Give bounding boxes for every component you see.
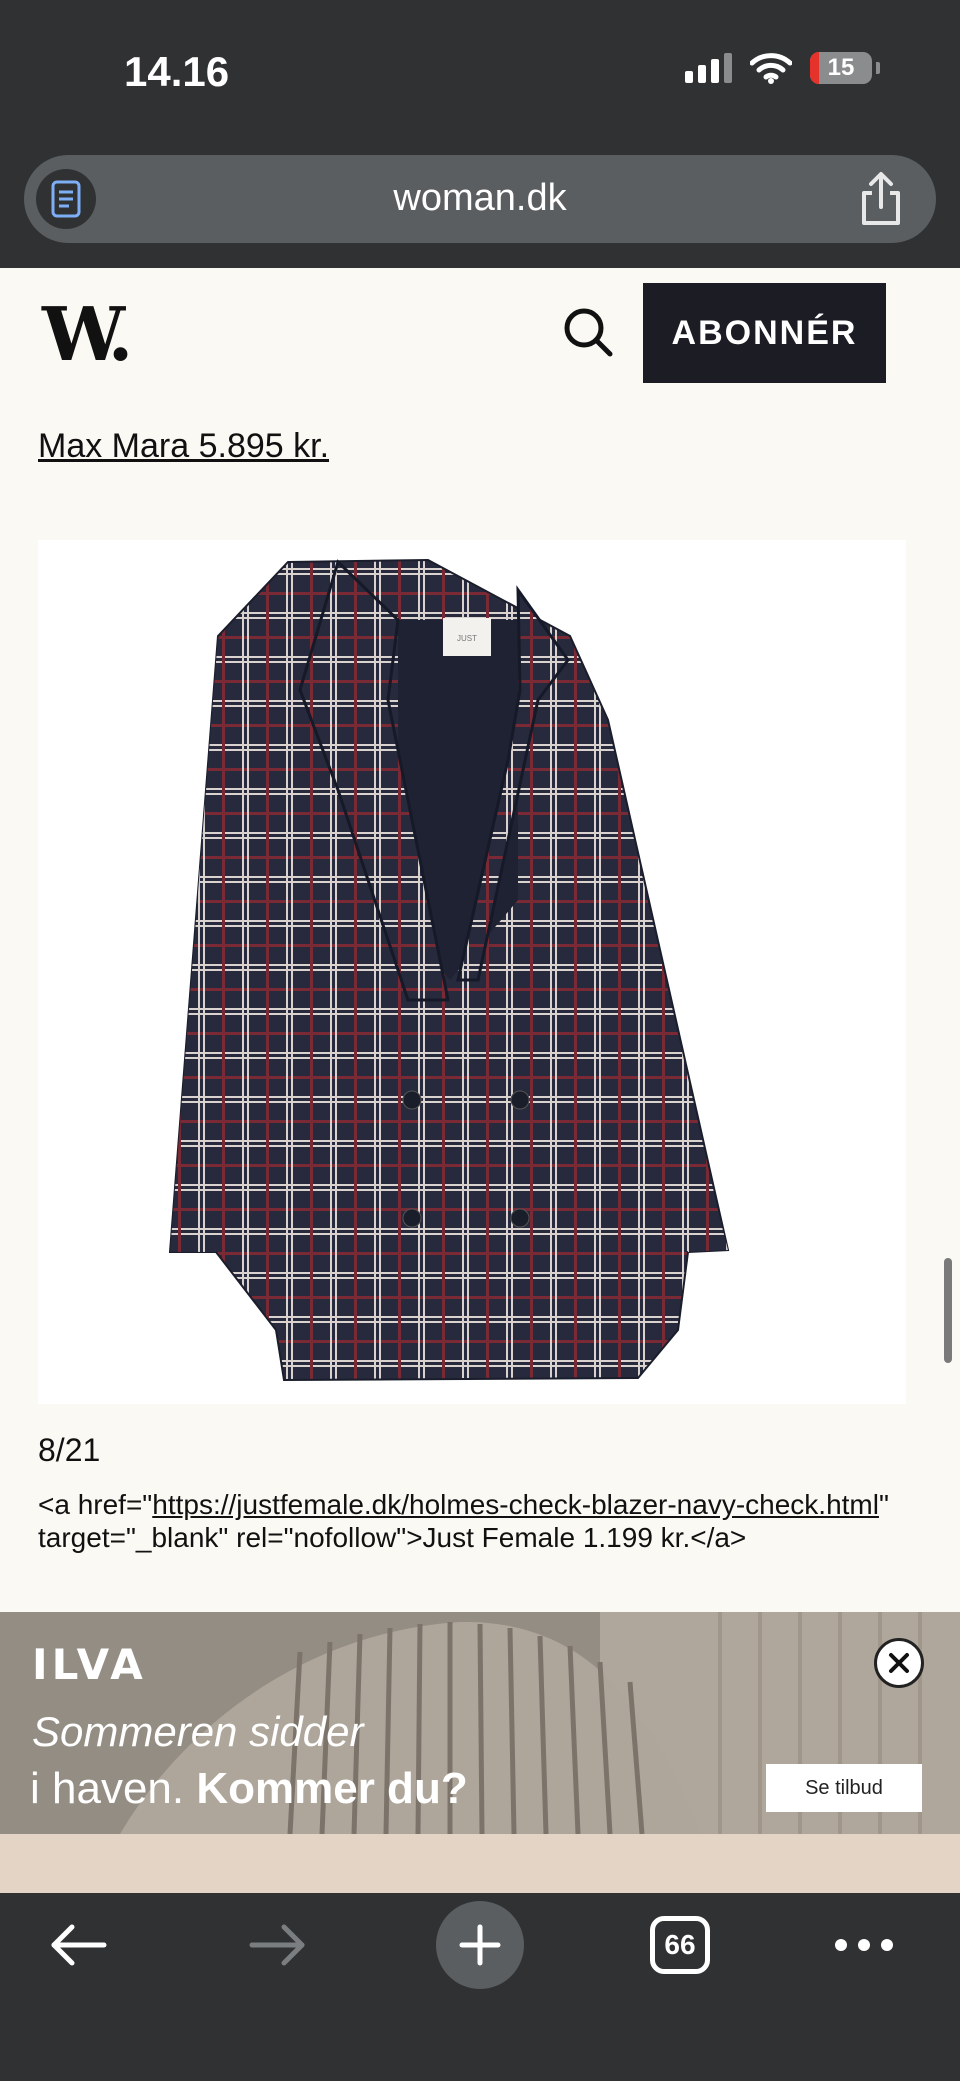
share-icon: [862, 172, 900, 225]
browser-toolbar: 66: [0, 1893, 960, 2081]
status-icons: 15: [685, 52, 880, 84]
subscribe-button[interactable]: ABONNÉR: [643, 283, 886, 383]
raw-html-text: <a href="https://justfemale.dk/holmes-ch…: [38, 1488, 918, 1554]
new-tab-button[interactable]: [436, 1893, 524, 1997]
battery-level: 15: [827, 54, 855, 81]
search-icon: [564, 308, 613, 357]
garment-label: JUST: [457, 634, 477, 643]
address-bar[interactable]: woman.dk: [24, 155, 936, 243]
tabs-button[interactable]: 66: [650, 1893, 710, 1997]
ad-headline-line2: i haven. Kommer du?: [30, 1764, 468, 1814]
product-url-link[interactable]: https://justfemale.dk/holmes-check-blaze…: [152, 1489, 879, 1520]
share-button[interactable]: [856, 171, 906, 227]
ad-brand-logo: ILVA: [32, 1640, 147, 1689]
battery-icon: 15: [810, 52, 872, 84]
status-bar: 14.16 15: [0, 0, 960, 140]
more-dots-icon: [835, 1939, 893, 1951]
product-image: JUST: [38, 540, 906, 1404]
url-text[interactable]: woman.dk: [24, 177, 936, 220]
battery-cap: [876, 62, 880, 74]
previous-product-link[interactable]: Max Mara 5.895 kr.: [38, 426, 329, 466]
scroll-indicator[interactable]: [944, 1258, 952, 1363]
forward-button[interactable]: [240, 1893, 316, 1997]
raw-prefix: <a href=": [38, 1489, 153, 1520]
tab-count: 66: [650, 1916, 710, 1974]
back-arrow-icon: [51, 1924, 107, 1966]
ad-bottom-strip: [0, 1834, 960, 1893]
ad-banner[interactable]: ILVA Sommeren sidder i haven. Kommer du?…: [0, 1612, 960, 1834]
search-button[interactable]: [562, 306, 614, 358]
web-content: W. ABONNÉR Max Mara 5.895 kr. JUST 8/21 …: [0, 268, 960, 1893]
gallery-counter: 8/21: [38, 1432, 101, 1468]
back-button[interactable]: [40, 1893, 116, 1997]
plus-icon: [459, 1924, 501, 1966]
site-header: W. ABONNÉR: [0, 268, 960, 388]
close-icon: [889, 1653, 909, 1673]
wifi-icon: [749, 52, 793, 84]
ad-headline-line1: Sommeren sidder: [32, 1708, 364, 1755]
cellular-signal-icon: [685, 53, 732, 83]
ad-close-button[interactable]: [874, 1638, 924, 1688]
status-time: 14.16: [124, 48, 230, 95]
forward-arrow-icon: [249, 1924, 305, 1966]
site-logo[interactable]: W.: [42, 292, 133, 378]
more-button[interactable]: [834, 1893, 894, 1997]
ad-cta-button[interactable]: Se tilbud: [766, 1764, 922, 1812]
ad-line2-plain: i haven.: [30, 1764, 197, 1813]
ad-line2-bold: Kommer du?: [196, 1764, 468, 1813]
